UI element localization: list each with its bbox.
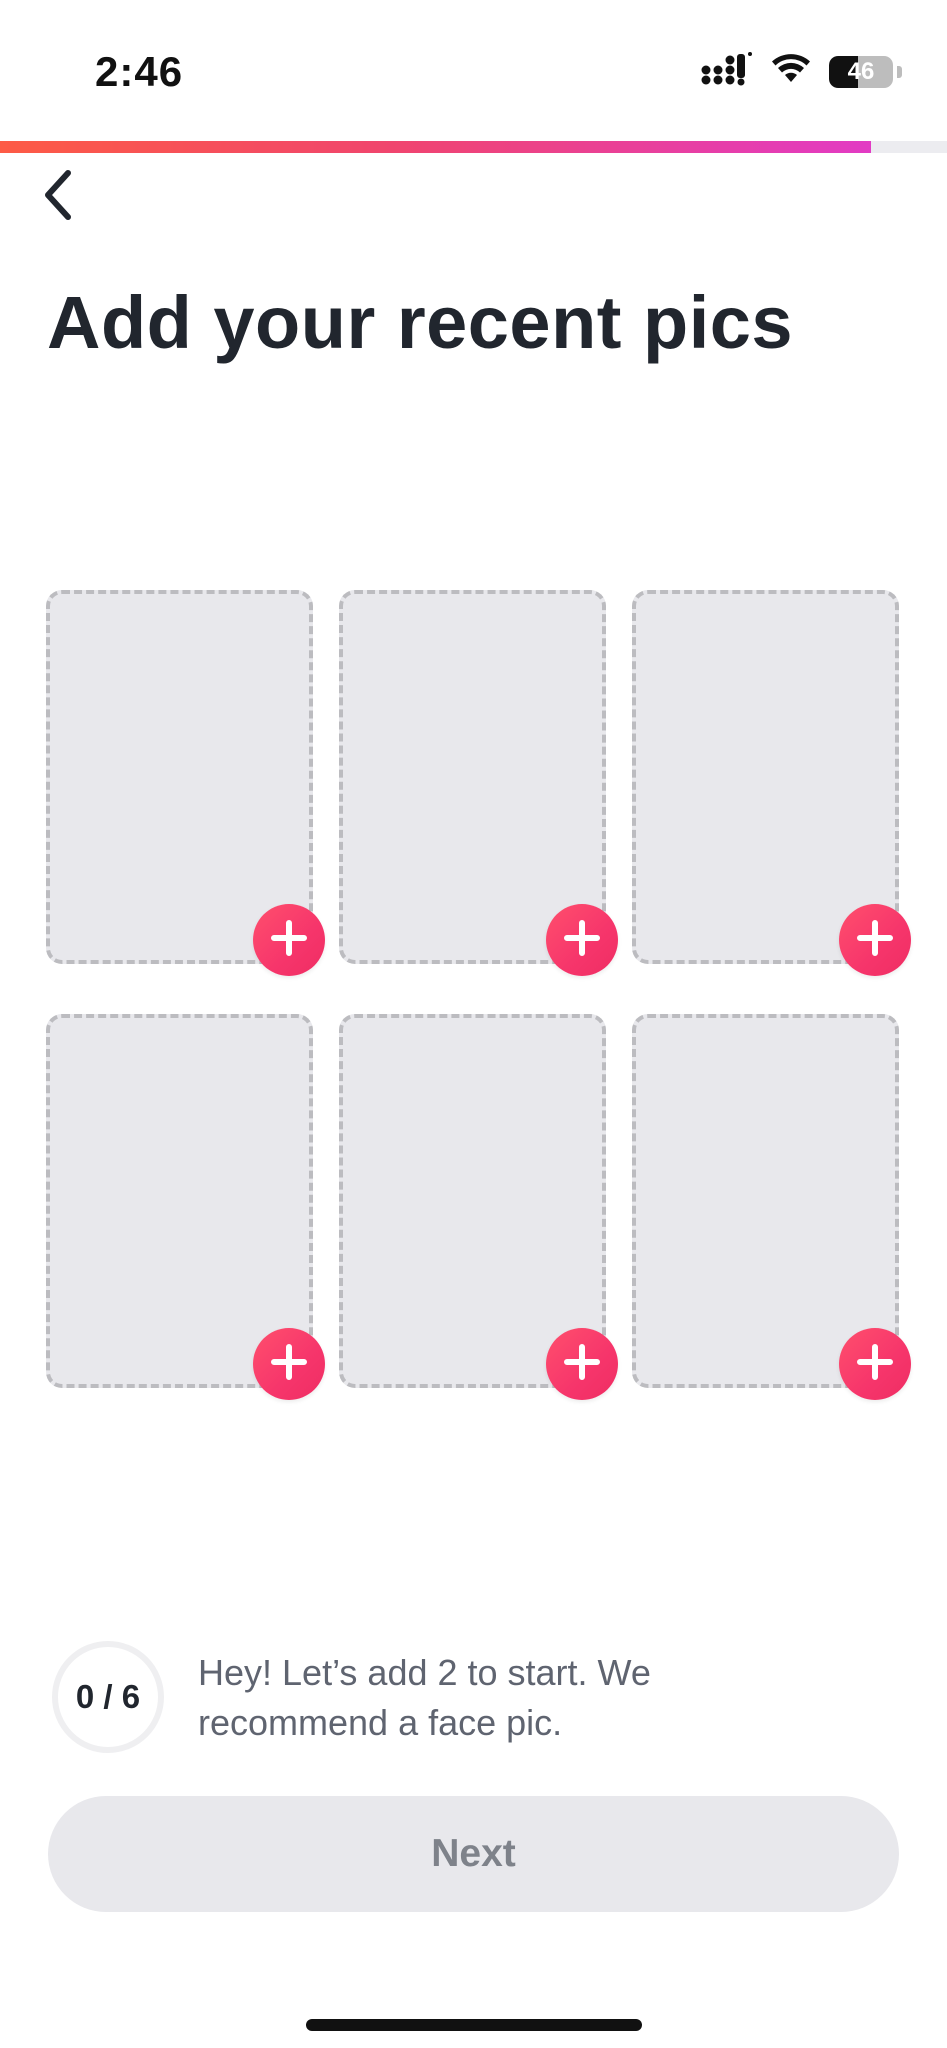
photo-slot-5[interactable]	[339, 1014, 618, 1400]
photo-slot-3[interactable]	[632, 590, 911, 976]
photo-grid	[46, 590, 911, 1400]
screen: 2:46 46 Add your recent pics 0 / 6 Hey! …	[0, 0, 947, 2048]
plus-icon	[562, 1342, 602, 1387]
wifi-icon	[771, 54, 811, 89]
battery-icon: 46	[829, 55, 893, 88]
plus-icon	[269, 1342, 309, 1387]
status-time: 2:46	[95, 48, 184, 95]
plus-icon	[562, 918, 602, 963]
battery-level: 46	[847, 57, 875, 85]
home-indicator[interactable]	[306, 2019, 642, 2031]
onboarding-progress-bar	[0, 141, 947, 153]
battery-tip	[897, 65, 902, 78]
add-photo-button-3[interactable]	[839, 904, 911, 976]
add-photo-button-2[interactable]	[546, 904, 618, 976]
add-photo-button-5[interactable]	[546, 1328, 618, 1400]
add-photo-button-1[interactable]	[253, 904, 325, 976]
plus-icon	[855, 1342, 895, 1387]
add-photo-button-6[interactable]	[839, 1328, 911, 1400]
next-button[interactable]: Next	[48, 1796, 899, 1912]
hint-text: Hey! Let’s add 2 to start. We recommend …	[198, 1652, 651, 1743]
photo-slot-4[interactable]	[46, 1014, 325, 1400]
photo-slot-2[interactable]	[339, 590, 618, 976]
add-photo-button-4[interactable]	[253, 1328, 325, 1400]
plus-icon	[269, 918, 309, 963]
status-icons: 46	[701, 52, 902, 91]
page-title: Add your recent pics	[47, 281, 794, 364]
cellular-signal-icon	[701, 52, 753, 91]
photo-slot-1[interactable]	[46, 590, 325, 976]
photo-count-indicator: 0 / 6	[52, 1641, 164, 1753]
photo-slot-6[interactable]	[632, 1014, 911, 1400]
back-button[interactable]	[30, 165, 86, 229]
chevron-left-icon	[40, 169, 76, 226]
plus-icon	[855, 918, 895, 963]
onboarding-progress-fill	[0, 141, 872, 153]
